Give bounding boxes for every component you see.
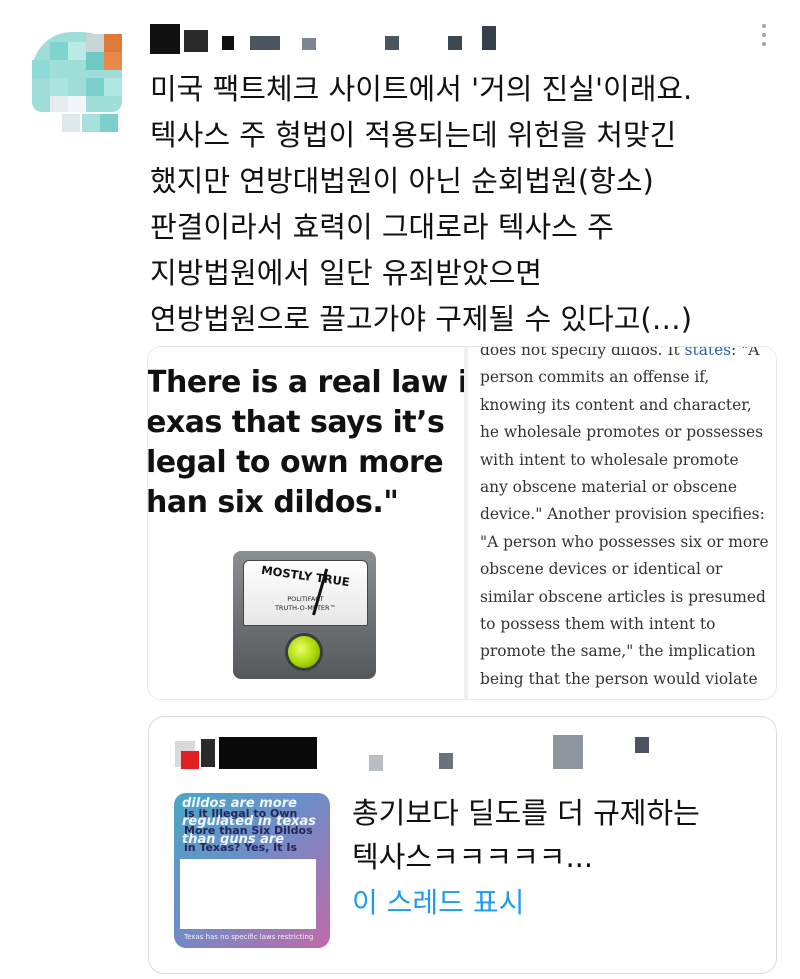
article-line: being that the person would violate	[480, 669, 758, 688]
quoted-tweet[interactable]: dildos are more regulated in texas than …	[148, 716, 777, 974]
meter-rating-label: MOSTLY TRUE	[260, 562, 351, 590]
redaction-block	[302, 38, 316, 50]
quoted-text-line: 총기보다 딜도를 더 규제하는	[352, 796, 700, 830]
thumbnail-article-card	[180, 859, 316, 929]
headline-line: exas that says it’s	[148, 405, 445, 440]
tweet-text-line: 했지만 연방대법원이 아닌 순회법원(항소)	[150, 164, 654, 198]
article-line: to possess them with intent to	[480, 614, 716, 633]
tweet-text-line: 연방법원으로 끌고가야 구제될 수 있다고(…)	[150, 302, 693, 336]
redaction-block	[150, 24, 180, 54]
meter-face: MOSTLY TRUE POLITIFACT TRUTH-O-METER™	[243, 560, 368, 626]
thumbnail-article-title: Is it Illegal to Own More than Six Dildo…	[184, 805, 314, 856]
redaction-block	[553, 735, 583, 769]
meter-brand: POLITIFACT TRUTH-O-METER™	[244, 595, 367, 613]
redaction-block	[184, 30, 208, 52]
article-line: he wholesale promotes or possesses	[480, 423, 764, 442]
redaction-block	[482, 26, 496, 50]
tweet-text-line: 미국 팩트체크 사이트에서 '거의 진실'이래요.	[150, 72, 693, 106]
quoted-tweet-thumbnail[interactable]: dildos are more regulated in texas than …	[174, 793, 330, 948]
thumbnail-title-line: More than Six Dildos	[184, 824, 313, 837]
redaction-block	[250, 36, 280, 50]
headline-line: han six dildos."	[148, 485, 399, 520]
more-options-icon[interactable]	[758, 24, 770, 54]
meter-brand-line: TRUTH-O-METER™	[274, 604, 337, 612]
quoted-tweet-text: 총기보다 딜도를 더 규제하는 텍사스ㅋㅋㅋㅋㅋ...	[352, 791, 762, 879]
media-image-politifact[interactable]: There is a real law ir exas that says it…	[148, 347, 464, 699]
article-line: promote the same," the implication	[480, 642, 756, 661]
redaction-block	[181, 751, 199, 769]
article-line: obscene devices or identical or	[480, 560, 723, 579]
tweet-media[interactable]: There is a real law ir exas that says it…	[147, 346, 777, 700]
article-line: person commits an offense if,	[480, 368, 710, 387]
redaction-block	[219, 737, 317, 769]
article-line: with intent to wholesale promote	[480, 450, 739, 469]
tweet-text-line: 지방법원에서 일단 유죄받았으면	[150, 256, 542, 290]
redaction-block	[201, 739, 215, 767]
article-link: states	[684, 347, 732, 359]
article-line: knowing its content and character,	[480, 395, 752, 414]
article-line: device." Another provision specifies:	[480, 505, 765, 524]
redaction-block	[369, 755, 383, 771]
redaction-block	[439, 753, 453, 769]
meter-light-icon	[288, 636, 320, 668]
tweet-text-line: 판결이라서 효력이 그대로라 텍사스 주	[150, 210, 614, 244]
article-line: does not specify dildos. It states: "A	[480, 347, 776, 364]
redaction-block	[448, 36, 462, 50]
author-avatar[interactable]	[22, 22, 134, 134]
article-line: "A person who possesses six or more	[480, 532, 769, 551]
redaction-block	[385, 36, 399, 50]
tweet-text: 미국 팩트체크 사이트에서 '거의 진실'이래요. 텍사스 주 형법이 적용되는…	[150, 66, 790, 342]
show-thread-link[interactable]: 이 스레드 표시	[352, 883, 524, 923]
headline-line: There is a real law ir	[148, 365, 464, 400]
media-headline: There is a real law ir exas that says it…	[148, 363, 464, 523]
redaction-block	[222, 36, 234, 50]
thumbnail-title-line: in Texas? Yes, It Is	[184, 841, 298, 854]
thumbnail-title-line: Is it Illegal to Own	[184, 807, 298, 820]
meter-brand-line: POLITIFACT	[287, 595, 324, 603]
truth-o-meter-graphic: MOSTLY TRUE POLITIFACT TRUTH-O-METER™	[233, 551, 376, 679]
redaction-block	[635, 737, 649, 753]
article-line: similar obscene articles is presumed	[480, 587, 766, 606]
headline-line: legal to own more	[148, 445, 444, 480]
article-line: any obscene material or obscene	[480, 477, 737, 496]
article-excerpt: does not specify dildos. It states: "A p…	[480, 347, 776, 693]
quoted-text-line: 텍사스ㅋㅋㅋㅋㅋ...	[352, 840, 594, 874]
thumbnail-caption: Texas has no specific laws restricting	[184, 933, 314, 941]
tweet-text-line: 텍사스 주 형법이 적용되는데 위헌을 처맞긴	[150, 118, 677, 152]
media-image-article[interactable]: does not specify dildos. It states: "A p…	[468, 347, 776, 699]
